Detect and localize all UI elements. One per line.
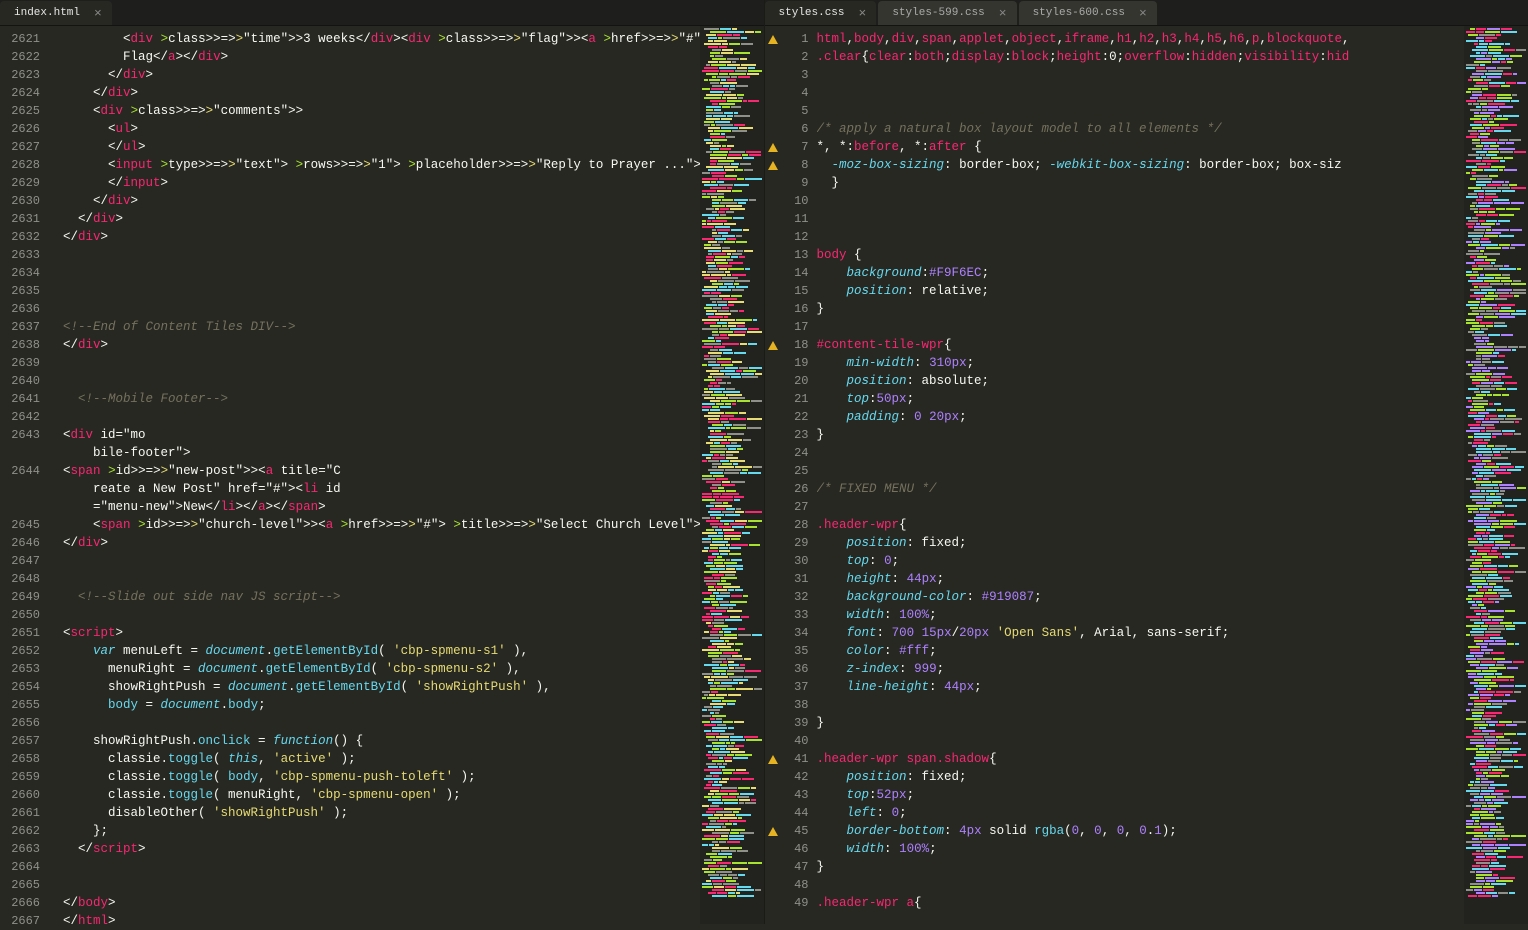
warning-icon [768, 755, 778, 764]
warning-icon [768, 341, 778, 350]
editor-right[interactable]: 1234567891011121314151617181920212223242… [765, 26, 1528, 924]
tab-styles-599-css[interactable]: styles-599.css × [878, 1, 1016, 25]
tab-styles-css[interactable]: styles.css × [765, 1, 877, 25]
warning-icon [768, 143, 778, 152]
split-container: index.html × 262126222623262426252626262… [0, 0, 1528, 924]
tab-label: styles.css [779, 7, 845, 19]
code-area-right[interactable]: html,body,div,span,applet,object,iframe,… [817, 26, 1465, 924]
left-pane: index.html × 262126222623262426252626262… [0, 0, 765, 924]
close-icon[interactable]: × [999, 7, 1007, 20]
gutter-right: 1234567891011121314151617181920212223242… [781, 26, 817, 924]
minimap-right[interactable] [1464, 26, 1528, 924]
close-icon[interactable]: × [94, 7, 102, 20]
code-area-left[interactable]: <div >class>>=>>"time">>3 weeks</div><di… [48, 26, 700, 924]
close-icon[interactable]: × [1139, 7, 1147, 20]
tab-bar-right: styles.css×styles-599.css×styles-600.css… [765, 0, 1528, 26]
editor-left[interactable]: 2621262226232624262526262627262826292630… [0, 26, 764, 924]
close-icon[interactable]: × [859, 7, 867, 20]
tab-label: index.html [14, 7, 80, 19]
warning-gutter [765, 26, 781, 924]
tab-styles-600-css[interactable]: styles-600.css × [1019, 1, 1157, 25]
tab-bar-left: index.html × [0, 0, 764, 26]
warning-icon [768, 161, 778, 170]
tab-label: styles-600.css [1033, 7, 1125, 19]
gutter-left: 2621262226232624262526262627262826292630… [0, 26, 48, 924]
right-pane: styles.css×styles-599.css×styles-600.css… [765, 0, 1528, 924]
minimap-left[interactable] [700, 26, 764, 924]
tab-index-html[interactable]: index.html × [0, 1, 112, 25]
warning-icon [768, 827, 778, 836]
tab-label: styles-599.css [892, 7, 984, 19]
warning-icon [768, 35, 778, 44]
